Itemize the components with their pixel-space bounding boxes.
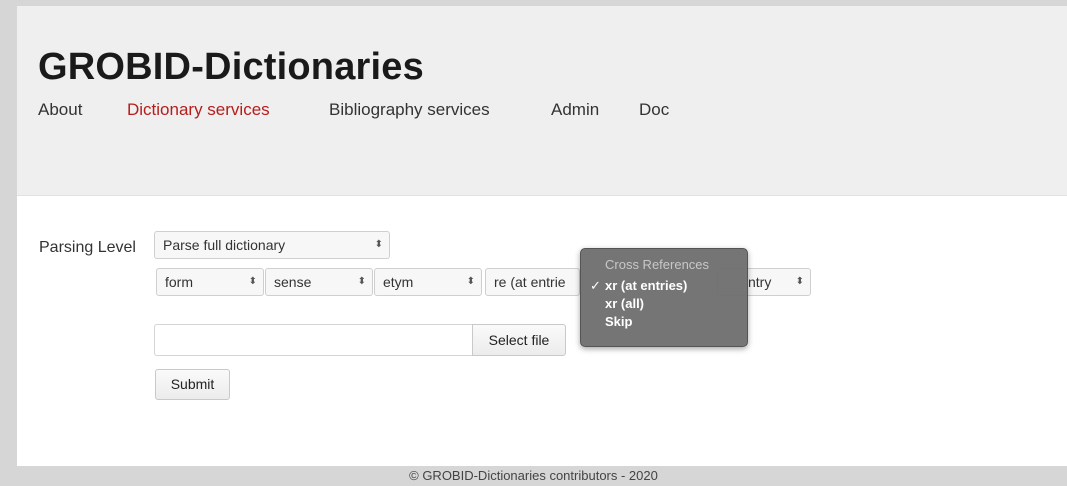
dropdown-option-xr-all[interactable]: xr (all) — [605, 296, 644, 311]
footer-copyright: © GROBID-Dictionaries contributors - 202… — [409, 468, 658, 483]
file-path-input[interactable] — [154, 324, 472, 356]
select-arrows-icon: ⬍ — [795, 276, 804, 287]
nav-doc[interactable]: Doc — [639, 100, 669, 120]
cross-references-dropdown: Cross References ✓ xr (at entries) xr (a… — [580, 248, 748, 347]
etym-select-value: etym — [383, 274, 414, 290]
select-arrows-icon: ⬍ — [374, 239, 383, 250]
dropdown-option-skip[interactable]: Skip — [605, 314, 632, 329]
select-arrows-icon: ⬍ — [248, 276, 257, 287]
select-arrows-icon: ⬍ — [466, 276, 475, 287]
dropdown-header: Cross References — [605, 257, 710, 272]
nav-bibliography-services[interactable]: Bibliography services — [329, 100, 490, 120]
re-select-value: re (at entrie — [494, 274, 566, 290]
form-select-value: form — [165, 274, 193, 290]
nav-dictionary-services[interactable]: Dictionary services — [127, 100, 270, 120]
nav-admin[interactable]: Admin — [551, 100, 599, 120]
brand-title: GROBID-Dictionaries — [38, 46, 424, 88]
sense-select[interactable]: sense ⬍ — [265, 268, 373, 296]
checkmark-icon: ✓ — [590, 278, 601, 293]
parsing-level-value: Parse full dictionary — [163, 237, 286, 253]
nav-about[interactable]: About — [38, 100, 82, 120]
parsing-level-select[interactable]: Parse full dictionary ⬍ — [154, 231, 390, 259]
select-file-button[interactable]: Select file — [472, 324, 566, 356]
submit-button[interactable]: Submit — [155, 369, 230, 400]
page-container: GROBID-Dictionaries About Dictionary ser… — [17, 6, 1067, 466]
etym-select[interactable]: etym ⬍ — [374, 268, 482, 296]
parsing-level-label: Parsing Level — [39, 239, 136, 256]
re-select[interactable]: re (at entrie — [485, 268, 580, 296]
dropdown-option-xr-at-entries[interactable]: xr (at entries) — [605, 278, 687, 293]
footer: © GROBID-Dictionaries contributors - 202… — [0, 466, 1067, 486]
header: GROBID-Dictionaries About Dictionary ser… — [17, 6, 1067, 196]
entry-select-value: ntry — [748, 274, 772, 290]
sense-select-value: sense — [274, 274, 312, 290]
form-select[interactable]: form ⬍ — [156, 268, 264, 296]
select-arrows-icon: ⬍ — [357, 276, 366, 287]
